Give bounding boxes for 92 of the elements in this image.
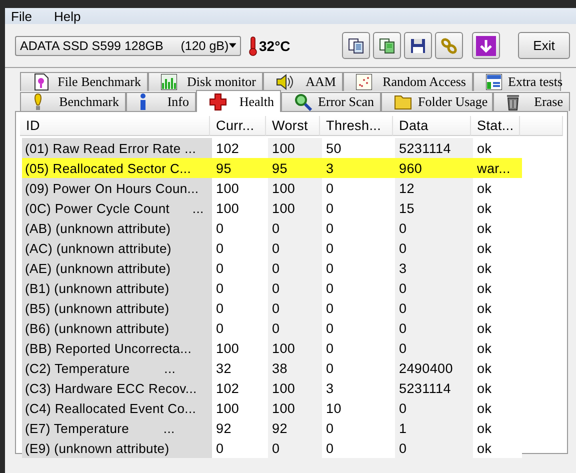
save-button[interactable]: [404, 32, 432, 59]
table-cell: (09) Power On Hours Coun...: [22, 178, 212, 198]
magnifier-icon: [294, 93, 312, 111]
scatter-icon: [356, 74, 372, 90]
header-filler: [520, 116, 563, 136]
copy-icon: [378, 36, 396, 54]
table-cell: 1: [395, 418, 473, 438]
table-cell: 0: [395, 278, 473, 298]
table-cell: 0: [268, 238, 322, 258]
tab[interactable]: Benchmark: [20, 92, 126, 111]
table-cell: (C3) Hardware ECC Recov...: [22, 378, 212, 398]
table-cell: (AB) (unknown attribute): [22, 218, 212, 238]
table-cell: 3: [395, 258, 473, 278]
table-cell: (0C) Power Cycle Count ...: [22, 198, 212, 218]
table-cell: 0: [268, 258, 322, 278]
table-cell: (BB) Reported Uncorrecta...: [22, 338, 212, 358]
table-cell: (E7) Temperature ...: [22, 418, 212, 438]
column-header[interactable]: Curr...: [210, 116, 266, 136]
table-cell: 100: [268, 398, 322, 418]
table-cell: 100: [268, 338, 322, 358]
speaker-icon: [276, 74, 294, 90]
table-cell: 92: [268, 418, 322, 438]
table-cell: 100: [268, 178, 322, 198]
table-cell: 0: [395, 338, 473, 358]
tab[interactable]: Error Scan: [281, 92, 381, 111]
table-cell: 38: [268, 358, 322, 378]
table-cell: 5231114: [395, 378, 473, 398]
table-cell: 0: [395, 298, 473, 318]
table-cell: (B6) (unknown attribute): [22, 318, 212, 338]
bar-chart-icon: [161, 74, 177, 90]
tab[interactable]: AAM: [263, 72, 343, 91]
table-cell: 0: [268, 278, 322, 298]
table-cell: (C4) Reallocated Event Co...: [22, 398, 212, 418]
table-cell: (05) Reallocated Sector C...: [22, 158, 212, 178]
table-cell: 100: [268, 138, 322, 158]
tab[interactable]: Extra tests: [473, 72, 561, 91]
table-cell: 100: [268, 198, 322, 218]
table-cell: 3: [322, 158, 395, 178]
file-icon: [33, 73, 49, 91]
table-cell: 0: [268, 318, 322, 338]
lightbulb-icon: [33, 93, 43, 111]
menu-item[interactable]: Help: [54, 8, 81, 24]
menu-item[interactable]: File: [11, 8, 32, 24]
exit-button[interactable]: Exit: [518, 32, 570, 59]
trash-icon: [506, 93, 520, 111]
table-cell: 0: [395, 398, 473, 418]
table-cell: (E9) (unknown attribute): [22, 438, 212, 458]
table-cell: 100: [268, 378, 322, 398]
download-button[interactable]: [472, 32, 500, 59]
table-cell: 0: [268, 298, 322, 318]
window-icon: [486, 74, 502, 90]
table-cell: (AE) (unknown attribute): [22, 258, 212, 278]
copy-text-button[interactable]: [342, 32, 370, 59]
table-cell: 960: [395, 158, 473, 178]
tab[interactable]: File Benchmark: [20, 72, 148, 91]
column-header[interactable]: Worst: [266, 116, 320, 136]
table-cell: (C2) Temperature ...: [22, 358, 212, 378]
table-cell: (01) Raw Read Error Rate ...: [22, 138, 212, 158]
table-cell: 95: [212, 158, 268, 178]
table-cell: 15: [395, 198, 473, 218]
table-cell: 12: [395, 178, 473, 198]
tab[interactable]: Disk monitor: [148, 72, 263, 91]
table-cell: 0: [395, 318, 473, 338]
table-cell: 95: [268, 158, 322, 178]
table-cell: 0: [395, 218, 473, 238]
tab[interactable]: Random Access: [343, 72, 473, 91]
table-cell: 0: [395, 238, 473, 258]
drive-dropdown[interactable]: ADATA SSD S599 128GB (120 gB): [15, 36, 241, 56]
download-icon: [476, 36, 496, 56]
temperature-reading: 32°C: [259, 38, 290, 54]
column-header[interactable]: ID: [20, 116, 210, 136]
copy-screenshot-button[interactable]: [373, 32, 401, 59]
table-cell: (AC) (unknown attribute): [22, 238, 212, 258]
tab[interactable]: Info: [126, 92, 196, 111]
tab[interactable]: Health: [196, 90, 281, 112]
tab[interactable]: Folder Usage: [381, 92, 493, 111]
column-header[interactable]: Data: [393, 116, 471, 136]
copy-icon: [347, 36, 365, 54]
info-icon: [139, 93, 147, 111]
table-cell: (B5) (unknown attribute): [22, 298, 212, 318]
table-cell: 2490400: [395, 358, 473, 378]
column-header[interactable]: Stat...: [471, 116, 520, 136]
chain-icon: [440, 36, 458, 54]
column-header[interactable]: Thresh...: [320, 116, 393, 136]
thermometer-icon: [249, 36, 257, 56]
table-cell: 5231114: [395, 138, 473, 158]
tab[interactable]: Erase: [493, 92, 570, 111]
table-cell: 0: [268, 218, 322, 238]
cross-icon: [209, 92, 227, 110]
table-cell: (B1) (unknown attribute): [22, 278, 212, 298]
table-cell: war...: [473, 158, 522, 178]
dropdown-arrow-icon: [228, 43, 236, 48]
